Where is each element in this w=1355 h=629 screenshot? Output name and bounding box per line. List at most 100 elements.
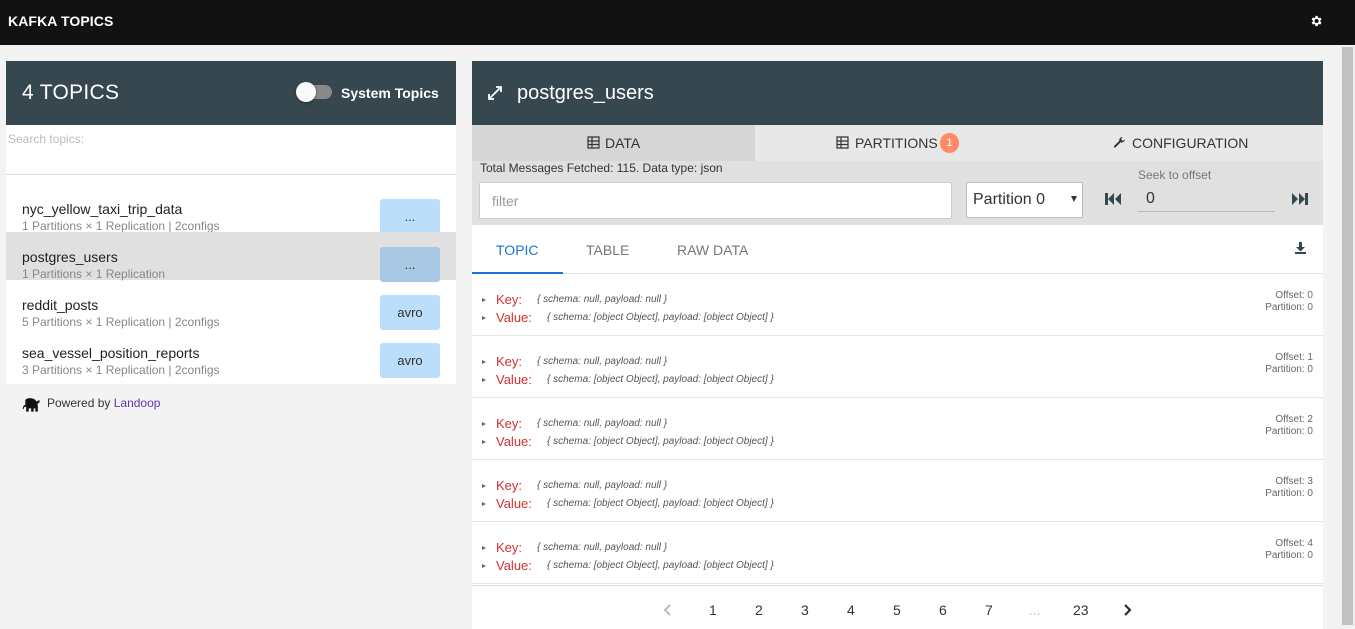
scrollbar-thumb[interactable]: [1342, 47, 1353, 625]
page-1[interactable]: 1: [709, 602, 717, 618]
topic-item-sea-vessel-position-reports[interactable]: sea_vessel_position_reports 3 Partitions…: [6, 328, 456, 378]
page-ellipsis: ...: [1029, 602, 1041, 618]
message-partition: Partition: 0: [1265, 302, 1313, 313]
topic-meta: 1 Partitions × 1 Replication | 2configs: [22, 219, 220, 233]
topic-detail-header: postgres_users: [472, 61, 1323, 125]
tab-partitions[interactable]: PARTITIONS 1: [755, 125, 1039, 161]
subtab-raw-data[interactable]: RAW DATA: [653, 225, 773, 273]
table-grid-icon: [587, 136, 600, 149]
table-grid-icon: [836, 136, 849, 149]
skip-forward-icon[interactable]: [1291, 192, 1309, 206]
topic-item-postgres-users[interactable]: postgres_users 1 Partitions × 1 Replicat…: [6, 232, 456, 282]
page-7[interactable]: 7: [985, 602, 993, 618]
expand-key-icon[interactable]: [482, 360, 486, 364]
topic-name: reddit_posts: [22, 297, 99, 313]
caret-down-icon: [1071, 196, 1077, 202]
system-topics-toggle[interactable]: [296, 82, 332, 102]
partition-select[interactable]: Partition 0: [966, 182, 1083, 218]
key-label: Key:: [496, 292, 523, 307]
value-content: { schema: [object Object], payload: [obj…: [547, 498, 774, 509]
subtab-topic[interactable]: TOPIC: [472, 225, 563, 274]
system-topics-label: System Topics: [341, 85, 439, 101]
subtab-topic-label: TOPIC: [496, 242, 539, 258]
page-23[interactable]: 23: [1073, 602, 1089, 618]
partition-select-value: Partition 0: [973, 191, 1046, 208]
skip-back-icon[interactable]: [1104, 192, 1122, 206]
partitions-count-badge: 1: [940, 133, 959, 153]
gear-icon[interactable]: [1309, 14, 1323, 28]
expand-value-icon[interactable]: [482, 564, 486, 568]
page-2[interactable]: 2: [755, 602, 763, 618]
topic-format-badge[interactable]: ...: [380, 247, 440, 282]
page-6[interactable]: 6: [939, 602, 947, 618]
message-partition: Partition: 0: [1265, 426, 1313, 437]
expand-icon[interactable]: [487, 85, 503, 101]
topic-item-nyc-yellow-taxi-trip-data[interactable]: nyc_yellow_taxi_trip_data 1 Partitions ×…: [6, 184, 456, 234]
page-4[interactable]: 4: [847, 602, 855, 618]
message-partition: Partition: 0: [1265, 364, 1313, 375]
filter-input[interactable]: [479, 182, 952, 219]
key-label: Key:: [496, 416, 523, 431]
topic-list: nyc_yellow_taxi_trip_data 1 Partitions ×…: [6, 175, 456, 384]
view-subtabs: TOPIC TABLE RAW DATA: [472, 225, 1323, 274]
message-row: Key: { schema: null, payload: null } Val…: [472, 398, 1323, 460]
expand-value-icon[interactable]: [482, 502, 486, 506]
message-offset: Offset: 3: [1275, 476, 1313, 487]
subtab-table[interactable]: TABLE: [563, 225, 653, 273]
chevron-left-icon[interactable]: [663, 604, 672, 616]
seek-offset-input[interactable]: [1138, 187, 1275, 212]
key-value: { schema: null, payload: null }: [537, 294, 668, 305]
message-partition: Partition: 0: [1265, 550, 1313, 561]
topic-name: nyc_yellow_taxi_trip_data: [22, 201, 183, 217]
topic-detail-title: postgres_users: [517, 82, 654, 104]
value-content: { schema: [object Object], payload: [obj…: [547, 560, 774, 571]
topic-format-badge[interactable]: avro: [380, 343, 440, 378]
message-offset: Offset: 0: [1275, 290, 1313, 301]
search-topics-input[interactable]: [8, 131, 448, 147]
page-3[interactable]: 3: [801, 602, 809, 618]
expand-value-icon[interactable]: [482, 440, 486, 444]
powered-by-text: Powered by: [47, 396, 111, 410]
expand-key-icon[interactable]: [482, 422, 486, 426]
landoop-link[interactable]: Landoop: [114, 396, 161, 410]
value-content: { schema: [object Object], payload: [obj…: [547, 436, 774, 447]
key-value: { schema: null, payload: null }: [537, 542, 668, 553]
expand-key-icon[interactable]: [482, 484, 486, 488]
value-label: Value:: [496, 496, 532, 511]
chevron-right-icon[interactable]: [1123, 604, 1132, 616]
expand-key-icon[interactable]: [482, 298, 486, 302]
message-row: Key: { schema: null, payload: null } Val…: [472, 274, 1323, 336]
expand-key-icon[interactable]: [482, 546, 486, 550]
key-value: { schema: null, payload: null }: [537, 418, 668, 429]
message-list: Key: { schema: null, payload: null } Val…: [472, 274, 1323, 585]
subtab-raw-data-label: RAW DATA: [677, 242, 749, 258]
tab-configuration[interactable]: CONFIGURATION: [1039, 125, 1323, 161]
page-5[interactable]: 5: [893, 602, 901, 618]
download-icon[interactable]: [1294, 241, 1307, 255]
topic-item-reddit-posts[interactable]: reddit_posts 5 Partitions × 1 Replicatio…: [6, 280, 456, 330]
page-scrollbar[interactable]: [1340, 45, 1355, 629]
message-row: Key: { schema: null, payload: null } Val…: [472, 460, 1323, 522]
key-label: Key:: [496, 478, 523, 493]
topic-format-badge[interactable]: avro: [380, 295, 440, 330]
tab-data-label: DATA: [605, 135, 641, 151]
topics-count: 4 TOPICS: [22, 81, 120, 104]
message-offset: Offset: 2: [1275, 414, 1313, 425]
key-label: Key:: [496, 354, 523, 369]
topics-header: 4 TOPICS System Topics: [6, 61, 456, 125]
topic-format-badge[interactable]: ...: [380, 199, 440, 234]
toggle-knob[interactable]: [296, 82, 316, 102]
expand-value-icon[interactable]: [482, 316, 486, 320]
top-app-bar: KAFKA TOPICS: [0, 0, 1355, 45]
value-content: { schema: [object Object], payload: [obj…: [547, 312, 774, 323]
tab-data[interactable]: DATA: [472, 125, 755, 161]
message-offset: Offset: 1: [1275, 352, 1313, 363]
elephant-icon: [22, 398, 40, 412]
message-offset: Offset: 4: [1275, 538, 1313, 549]
value-label: Value:: [496, 372, 532, 387]
fetched-status: Total Messages Fetched: 115. Data type: …: [480, 161, 723, 175]
data-controls: Total Messages Fetched: 115. Data type: …: [472, 161, 1323, 225]
message-partition: Partition: 0: [1265, 488, 1313, 499]
expand-value-icon[interactable]: [482, 378, 486, 382]
seek-offset-label: Seek to offset: [1138, 168, 1212, 182]
